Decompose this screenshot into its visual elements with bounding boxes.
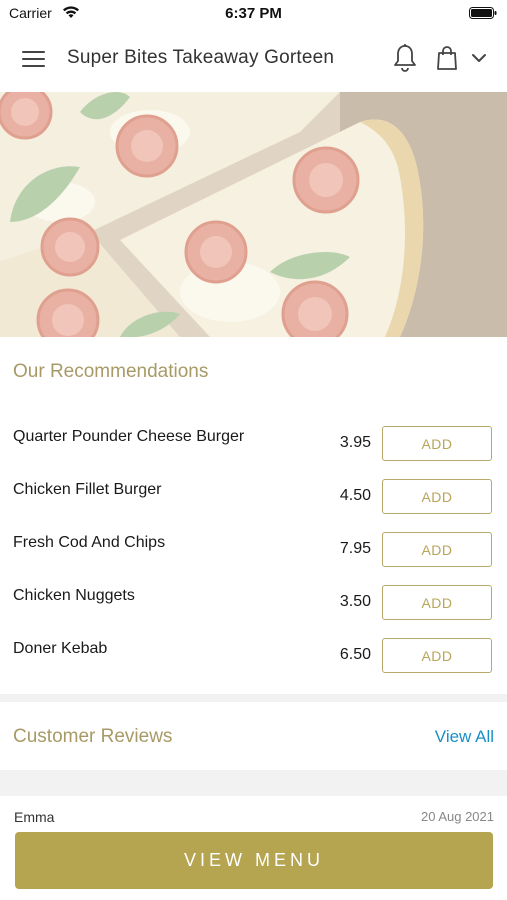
view-menu-button[interactable]: VIEW MENU — [15, 832, 493, 889]
hamburger-menu-icon[interactable] — [22, 49, 46, 69]
item-price: 4.50 — [339, 487, 371, 504]
list-item: Doner Kebab 6.50 ADD — [0, 636, 507, 676]
chevron-down-icon[interactable] — [469, 51, 489, 65]
notification-bell-icon[interactable] — [392, 43, 418, 73]
item-name: Chicken Fillet Burger — [13, 481, 162, 498]
item-name: Fresh Cod And Chips — [13, 534, 166, 551]
app-header: Super Bites Takeaway Gorteen — [0, 26, 507, 92]
review-date: 20 Aug 2021 — [420, 809, 494, 824]
add-button[interactable]: ADD — [382, 532, 492, 567]
item-name: Chicken Nuggets — [13, 587, 135, 604]
item-price: 3.95 — [339, 434, 371, 451]
restaurant-title: Super Bites Takeaway Gorteen — [67, 47, 335, 68]
list-item: Quarter Pounder Cheese Burger 3.95 ADD — [0, 424, 507, 464]
item-name: Doner Kebab — [13, 640, 108, 657]
item-price: 7.95 — [339, 540, 371, 557]
add-button[interactable]: ADD — [382, 638, 492, 673]
status-time: 6:37 PM — [225, 5, 282, 22]
add-button[interactable]: ADD — [382, 585, 492, 620]
battery-icon — [469, 7, 497, 19]
list-item: Fresh Cod And Chips 7.95 ADD — [0, 530, 507, 570]
item-price: 3.50 — [339, 593, 371, 610]
section-divider — [0, 694, 507, 702]
list-item: Chicken Nuggets 3.50 ADD — [0, 583, 507, 623]
section-divider — [0, 770, 507, 796]
hero-pizza-image — [0, 92, 507, 337]
list-item: Chicken Fillet Burger 4.50 ADD — [0, 477, 507, 517]
recommendations-title: Our Recommendations — [13, 361, 209, 382]
reviewer-name: Emma — [14, 809, 55, 825]
shopping-bag-icon[interactable] — [436, 45, 458, 71]
item-price: 6.50 — [339, 646, 371, 663]
status-bar: Carrier 6:37 PM — [0, 0, 507, 26]
add-button[interactable]: ADD — [382, 426, 492, 461]
reviews-title: Customer Reviews — [13, 726, 173, 747]
item-name: Quarter Pounder Cheese Burger — [13, 428, 245, 445]
add-button[interactable]: ADD — [382, 479, 492, 514]
view-all-reviews-link[interactable]: View All — [435, 727, 494, 747]
